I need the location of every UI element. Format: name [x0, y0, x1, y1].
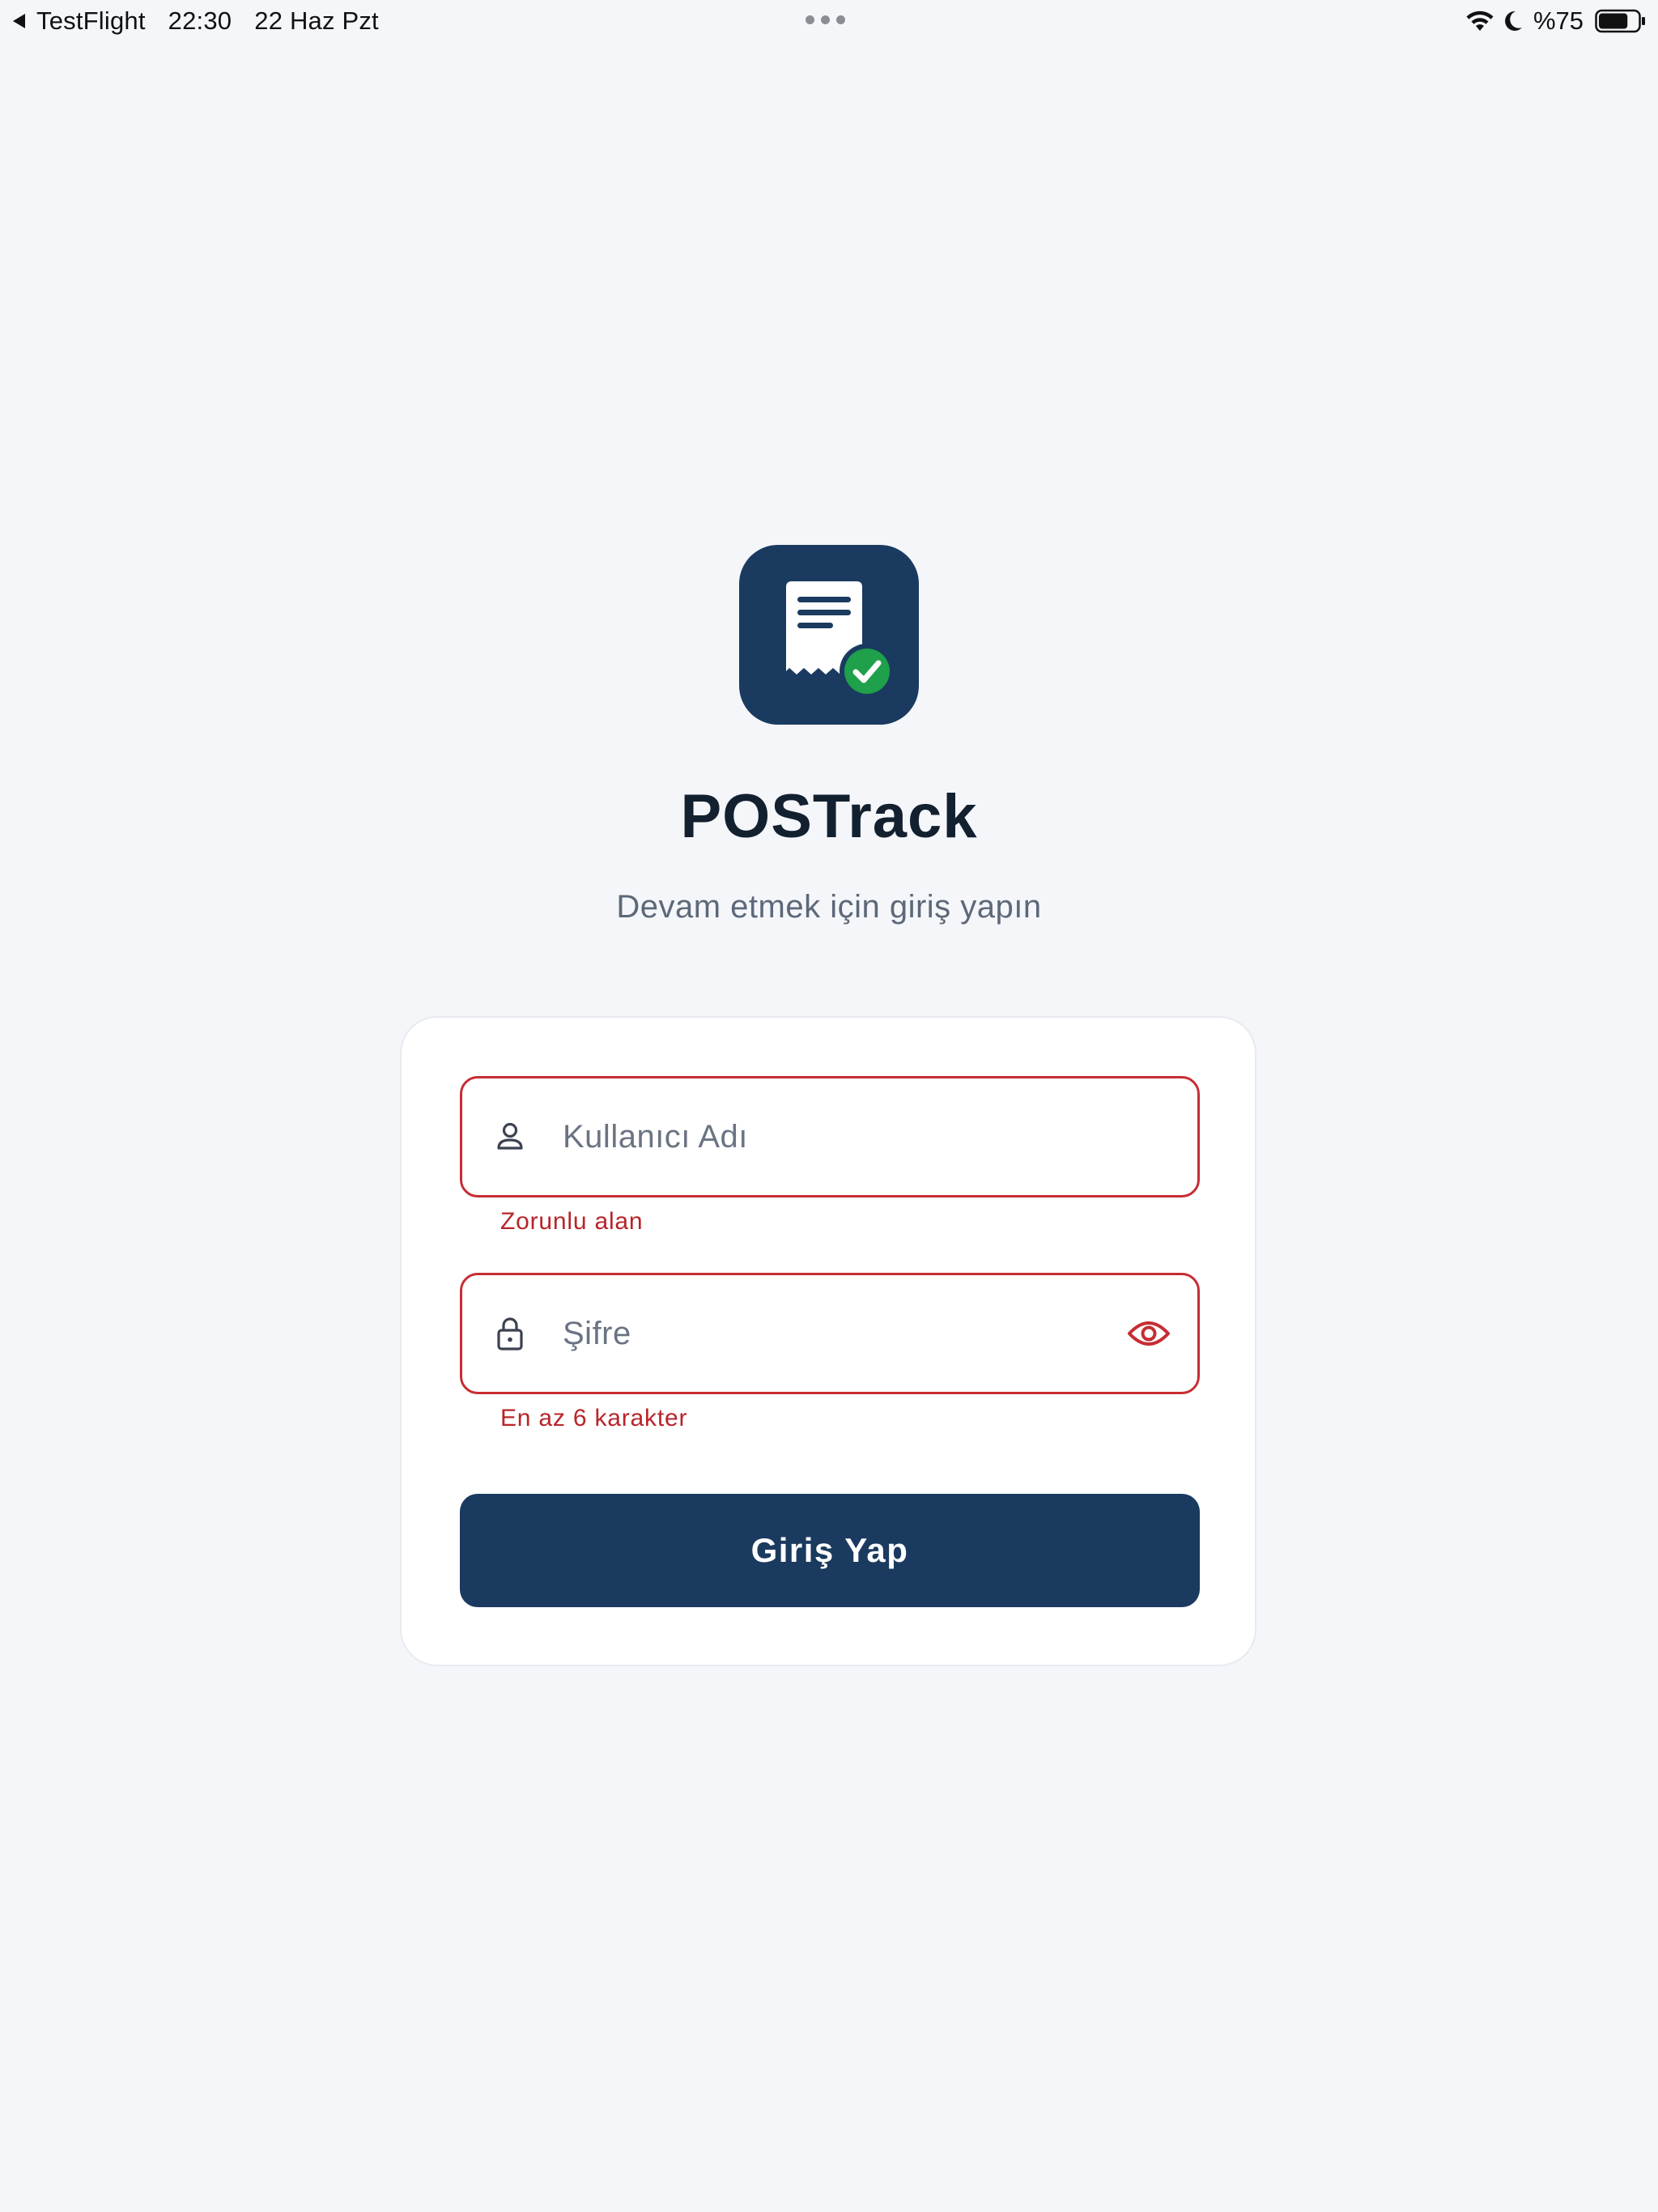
back-caret-icon[interactable]	[13, 14, 25, 28]
status-date: 22 Haz Pzt	[254, 6, 379, 35]
status-time: 22:30	[168, 6, 232, 35]
app-subtitle: Devam etmek için giriş yapın	[616, 889, 1042, 925]
password-field[interactable]	[460, 1273, 1200, 1394]
receipt-check-icon	[786, 581, 895, 699]
wifi-icon	[1466, 11, 1494, 31]
moon-icon	[1505, 11, 1522, 31]
multitask-menu-icon[interactable]	[806, 15, 845, 24]
back-app-label[interactable]: TestFlight	[36, 6, 146, 36]
battery-icon	[1595, 9, 1645, 33]
username-error: Zorunlu alan	[500, 1208, 644, 1235]
status-left[interactable]: TestFlight 22:30 22 Haz Pzt	[13, 5, 379, 37]
status-bar: TestFlight 22:30 22 Haz Pzt %75	[0, 0, 1658, 42]
password-error: En az 6 karakter	[500, 1405, 688, 1431]
app-title: POSTrack	[680, 782, 978, 851]
battery-percent: %75	[1533, 6, 1584, 35]
username-input[interactable]	[563, 1078, 1081, 1195]
lock-icon	[491, 1315, 529, 1352]
eye-icon[interactable]	[1126, 1317, 1171, 1350]
password-input[interactable]	[563, 1275, 1081, 1392]
username-field[interactable]	[460, 1076, 1200, 1197]
login-card: Zorunlu alan En az 6 karakter Giriş Yap	[400, 1016, 1256, 1666]
login-button[interactable]: Giriş Yap	[460, 1494, 1200, 1607]
status-right: %75	[1465, 5, 1647, 37]
user-icon	[491, 1118, 529, 1155]
app-logo	[739, 545, 919, 725]
